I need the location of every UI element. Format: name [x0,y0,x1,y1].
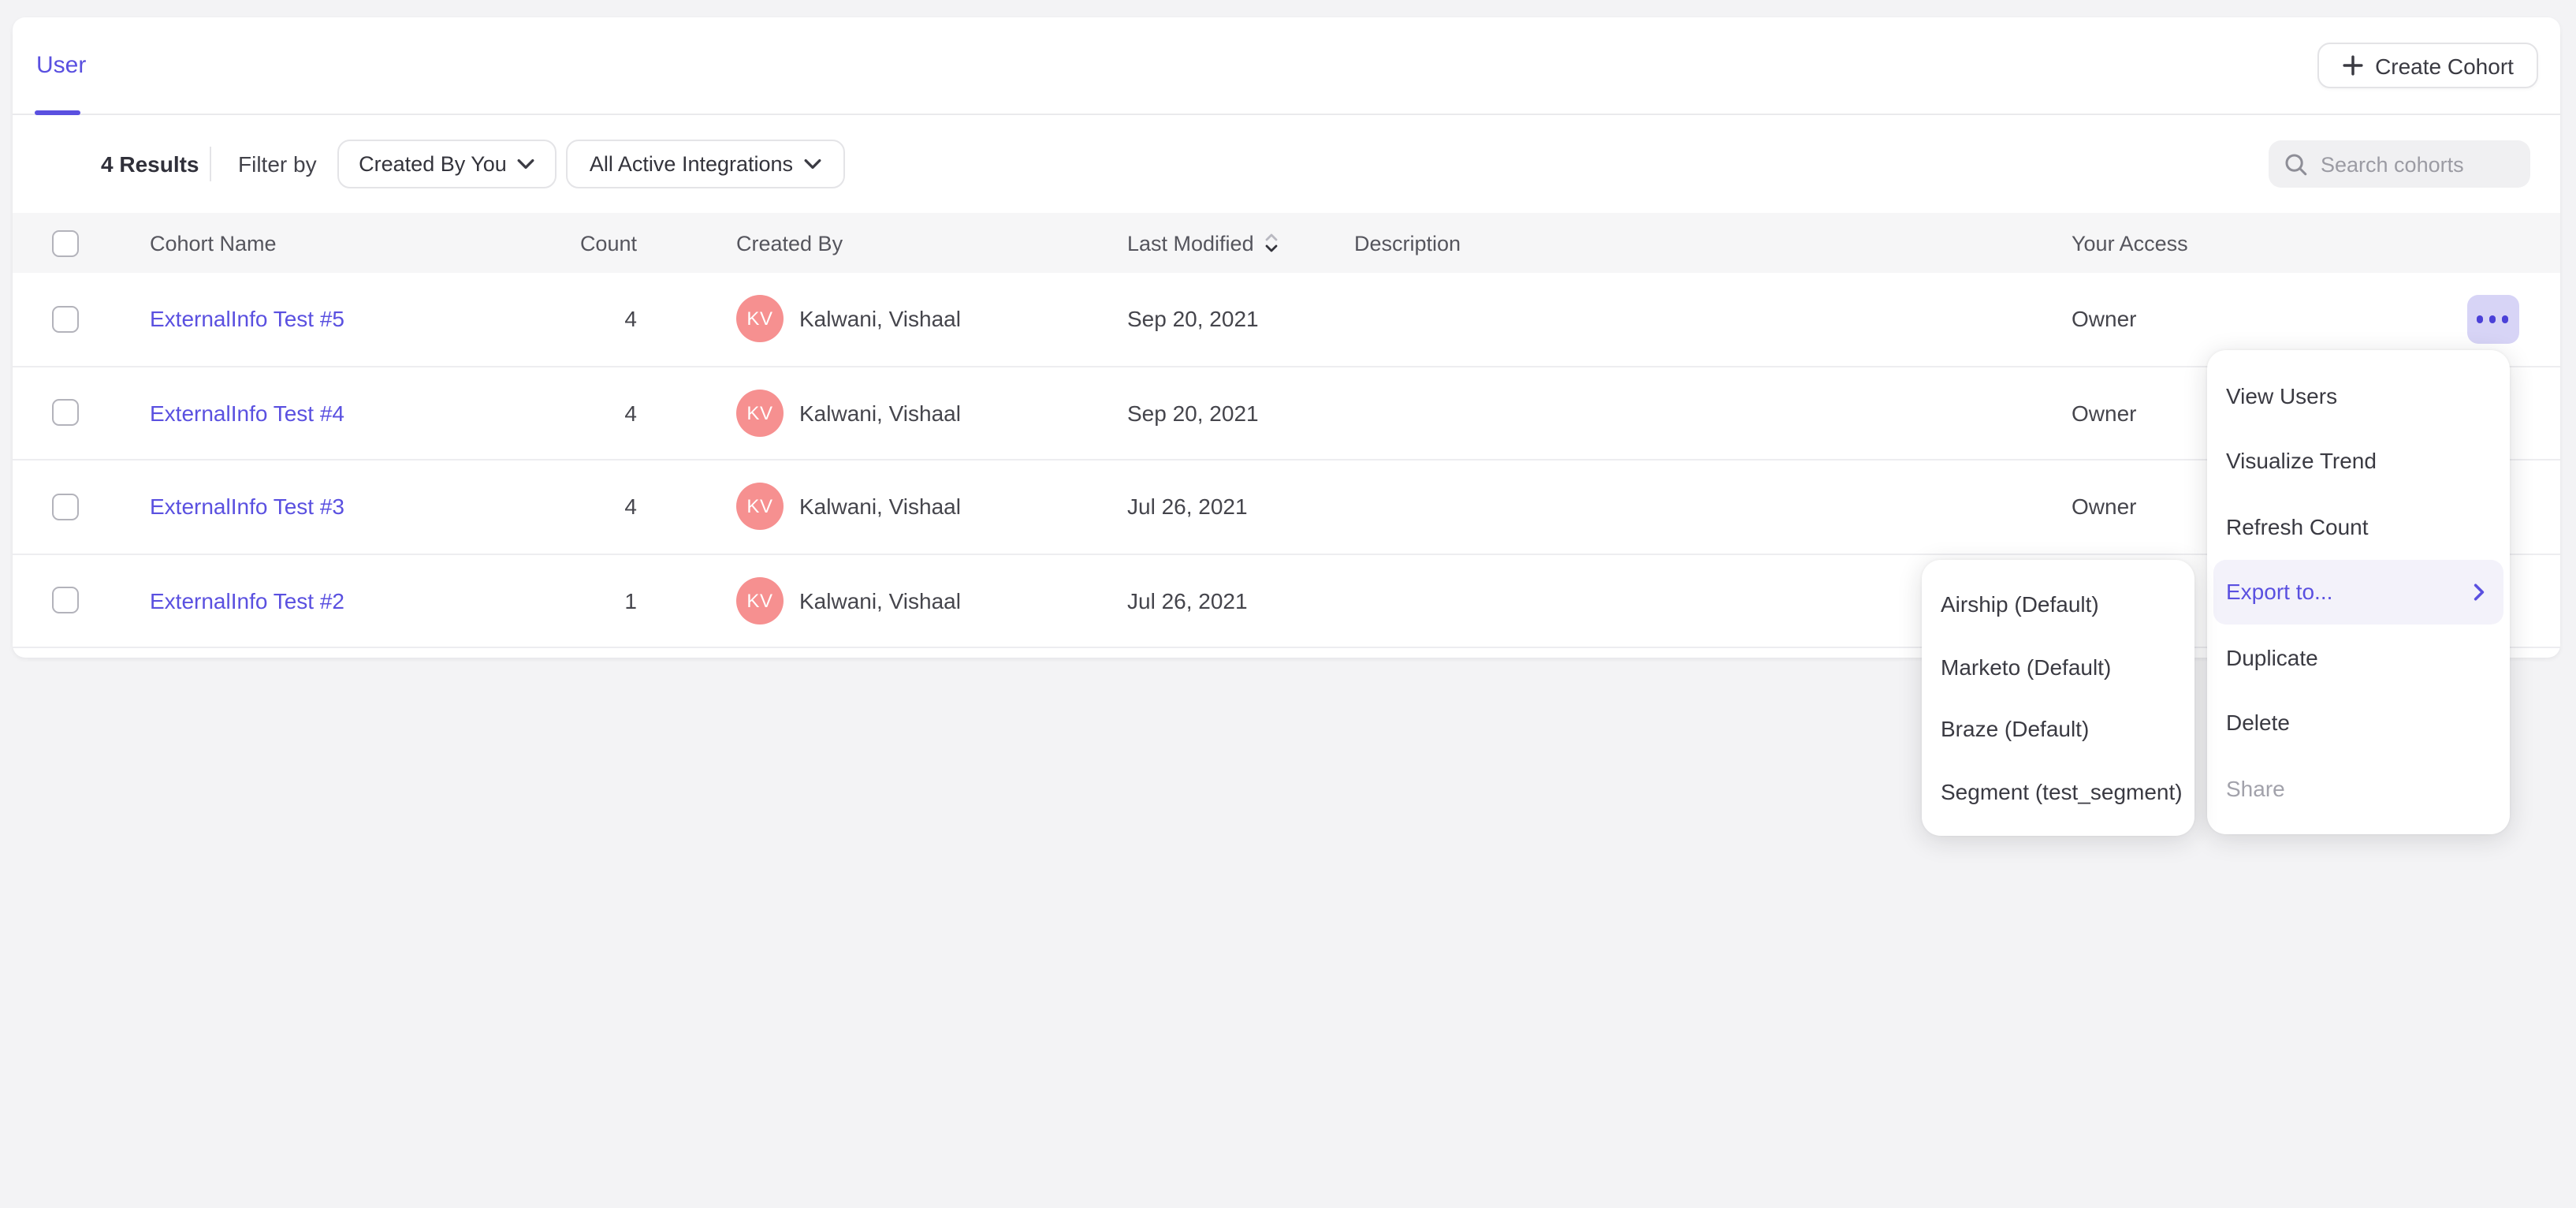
column-header-created-by[interactable]: Created By [643,231,1100,255]
created-by-dropdown-label: Created By You [359,152,507,176]
access-cell: Owner [2054,307,2425,332]
chevron-down-icon [804,158,821,170]
tab-user[interactable]: User [36,52,86,79]
avatar: KV [736,483,784,531]
table-row: ExternalInfo Test #4 4 KV Kalwani, Visha… [13,367,2560,460]
select-all-checkbox[interactable] [52,229,79,256]
context-menu-item[interactable]: Duplicate [2213,625,2503,690]
avatar: KV [736,390,784,437]
table-row: ExternalInfo Test #3 4 KV Kalwani, Visha… [13,460,2560,554]
column-header-description[interactable]: Description [1345,231,2054,255]
context-menu-item-label: Duplicate [2226,645,2318,670]
cohort-name-link[interactable]: ExternalInfo Test #5 [150,307,344,332]
context-menu-item-label: Share [2226,776,2285,801]
avatar: KV [736,296,784,343]
creator-name: Kalwani, Vishaal [799,588,961,613]
row-checkbox[interactable] [52,587,79,614]
row-checkbox[interactable] [52,494,79,520]
context-menu-item[interactable]: Share [2213,755,2503,821]
search-input[interactable]: Search cohorts [2269,140,2530,188]
row-actions-button[interactable] [2466,295,2518,344]
tab-bar: User Create Cohort [13,17,2560,115]
context-menu-item[interactable]: Refresh Count [2213,494,2503,559]
chevron-down-icon [518,158,535,170]
cohort-count: 4 [544,307,643,332]
cohort-name-link[interactable]: ExternalInfo Test #2 [150,588,344,613]
created-by-cell: KV Kalwani, Vishaal [643,483,1100,531]
export-submenu-item[interactable]: Braze (Default) [1928,698,2188,760]
creator-name: Kalwani, Vishaal [799,307,961,332]
cohort-name-link[interactable]: ExternalInfo Test #4 [150,401,344,426]
column-header-count[interactable]: Count [544,231,643,255]
creator-name: Kalwani, Vishaal [799,494,961,520]
create-cohort-label: Create Cohort [2375,53,2514,78]
created-by-cell: KV Kalwani, Vishaal [643,390,1100,437]
last-modified-cell: Jul 26, 2021 [1100,494,1345,520]
ellipsis-icon [2477,315,2484,323]
cohort-count: 1 [544,588,643,613]
last-modified-cell: Sep 20, 2021 [1100,401,1345,426]
cohorts-page: User Create Cohort 4 Results Filter by C… [0,0,2576,1208]
created-by-dropdown[interactable]: Created By You [337,140,557,188]
last-modified-cell: Sep 20, 2021 [1100,307,1345,332]
last-modified-cell: Jul 26, 2021 [1100,588,1345,613]
chevron-right-icon [2474,583,2485,601]
filter-bar: 4 Results Filter by Created By You All A… [13,115,2560,213]
context-menu-item[interactable]: View Users [2213,363,2503,428]
context-menu-item-label: Visualize Trend [2226,449,2377,474]
context-menu-item-label: Delete [2226,710,2290,736]
results-count: 4 Results [101,151,199,177]
export-submenu-item[interactable]: Marketo (Default) [1928,635,2188,697]
search-icon [2284,152,2308,176]
avatar: KV [736,577,784,625]
column-header-your-access[interactable]: Your Access [2054,231,2425,255]
context-menu-item[interactable]: Visualize Trend [2213,428,2503,494]
filter-by-label: Filter by [238,151,317,177]
created-by-cell: KV Kalwani, Vishaal [643,296,1100,343]
row-checkbox[interactable] [52,400,79,427]
active-tab-underline [35,110,80,115]
cohort-count: 4 [544,401,643,426]
context-menu-item-label: Refresh Count [2226,514,2369,539]
context-menu-item[interactable]: Delete [2213,690,2503,755]
export-submenu-item[interactable]: Airship (Default) [1928,572,2188,635]
row-context-menu: View Users Visualize Trend Refresh Count… [2207,350,2510,833]
cohort-name-link[interactable]: ExternalInfo Test #3 [150,494,344,520]
table-row: ExternalInfo Test #5 4 KV Kalwani, Visha… [13,273,2560,367]
search-placeholder: Search cohorts [2321,152,2464,176]
export-submenu: Airship (Default) Marketo (Default) Braz… [1922,560,2194,836]
plus-icon [2342,55,2362,76]
row-checkbox[interactable] [52,306,79,333]
created-by-cell: KV Kalwani, Vishaal [643,577,1100,625]
creator-name: Kalwani, Vishaal [799,401,961,426]
context-menu-item-label: Export to... [2226,580,2332,605]
sort-desc-icon[interactable] [1265,233,1279,252]
context-menu-item[interactable]: Export to... [2213,559,2503,625]
context-menu-item-label: View Users [2226,383,2337,408]
table-header: Cohort Name Count Created By Last Modifi… [13,213,2560,273]
column-header-cohort-name[interactable]: Cohort Name [118,231,544,255]
integrations-dropdown[interactable]: All Active Integrations [566,140,845,188]
export-submenu-item[interactable]: Segment (test_segment) [1928,760,2188,822]
cohort-count: 4 [544,494,643,520]
column-header-last-modified[interactable]: Last Modified [1100,231,1345,255]
create-cohort-button[interactable]: Create Cohort [2317,43,2538,88]
divider [210,147,211,181]
integrations-dropdown-label: All Active Integrations [590,152,793,176]
